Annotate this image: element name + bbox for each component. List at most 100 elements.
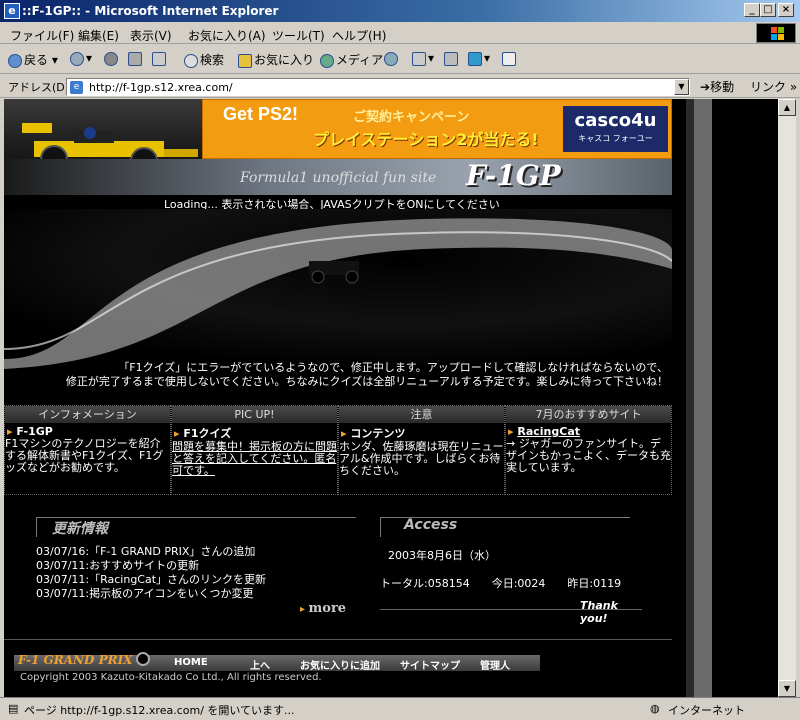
go-button[interactable]: ➔移動 (700, 78, 734, 95)
discuss-icon (502, 51, 516, 66)
vertical-scrollbar[interactable]: ▲ ▼ (778, 99, 796, 697)
column-body: ホンダ、佐藤琢磨は現在リニューアル&作成中です。しばらくお待ちください。 (339, 440, 504, 477)
media-icon (320, 53, 334, 68)
right-grey-strip (694, 99, 712, 697)
info-column-1: インフォメーション ▸ F-1GP F1マシンのテクノロジーを紹介する解体新書や… (4, 405, 171, 495)
status-text: ページ http://f-1gp.s12.xrea.com/ を開いています..… (24, 704, 295, 717)
access-counter: トータル:058154 今日:0024 昨日:0119 (380, 577, 622, 590)
stop-button[interactable] (104, 51, 120, 66)
refresh-icon (128, 51, 142, 66)
casco-name: casco4u (574, 110, 657, 131)
column-body-link[interactable]: 問題を募集中！掲示板の方に問題と答えを記入してください。匿名可です。 (172, 441, 337, 477)
footer-logo: F-1 GRAND PRIX (18, 653, 133, 667)
discuss-button[interactable] (502, 51, 518, 66)
maximize-button[interactable]: □ (760, 3, 776, 17)
access-box: Access 2003年8月6日（水） トータル:058154 今日:0024 … (380, 517, 642, 625)
internet-zone-icon: ◍ (650, 702, 660, 715)
windows-logo-icon (756, 23, 796, 43)
minimize-button[interactable]: _ (744, 3, 760, 17)
stop-icon (104, 51, 118, 66)
media-button[interactable]: メディア (320, 51, 383, 68)
update-line-4[interactable]: 03/07/11:掲示板のアイコンをいくつか変更 (36, 585, 254, 601)
home-button[interactable] (152, 51, 168, 66)
notice-text: 「F1クイズ」にエラーがでているようなので、修正中します。アップロードして確認し… (4, 361, 672, 389)
info-column-3: 注意 ▸ コンテンツ ホンダ、佐藤琢磨は現在リニューアル&作成中です。しばらくお… (338, 405, 505, 495)
more-link[interactable]: ▸ more (300, 601, 346, 616)
notice-line-1: 「F1クイズ」にエラーがでているようなので、修正中します。アップロードして確認し… (118, 361, 668, 374)
title-bar: e ::F-1GP:: - Microsoft Internet Explore… (0, 0, 800, 22)
menu-help[interactable]: ヘルプ(H) (332, 27, 386, 44)
column-title-text: F1クイズ (183, 427, 232, 440)
status-bar: ▤ ページ http://f-1gp.s12.xrea.com/ を開いています… (0, 697, 800, 720)
footer-circle-icon (136, 652, 150, 666)
favorites-star-icon (238, 53, 252, 68)
copyright: Copyright 2003 Kazuto-Kitakado Co Ltd., … (20, 672, 322, 683)
notice-line-2: 修正が完了するまで使用しないでください。ちなみにクイズは全部リニューアルする予定… (65, 375, 668, 388)
media-label: メディア (336, 53, 384, 67)
column-title: ▸ F1クイズ (172, 425, 337, 441)
column-header: PIC UP! (172, 406, 337, 423)
back-button[interactable]: 戻る ▾ (8, 51, 58, 68)
scroll-up-icon[interactable]: ▲ (778, 99, 796, 116)
history-button[interactable] (384, 51, 400, 66)
nav-add-favorite[interactable]: お気に入りに追加 (300, 657, 380, 672)
go-label: 移動 (710, 80, 735, 94)
nav-admin[interactable]: 管理人 (480, 657, 510, 672)
menu-favorites[interactable]: お気に入り(A) (188, 27, 266, 44)
info-column-2: PIC UP! ▸ F1クイズ 問題を募集中！掲示板の方に問題と答えを記入してく… (171, 405, 338, 495)
back-label: 戻る (24, 53, 49, 67)
site-tagline: Formula1 unofficial fun site (240, 170, 437, 186)
nav-sitemap[interactable]: サイトマップ (400, 657, 460, 672)
nav-home[interactable]: HOME (174, 657, 208, 668)
window-title: ::F-1GP:: - Microsoft Internet Explorer (22, 4, 279, 18)
edit-icon (468, 51, 482, 66)
history-icon (384, 51, 398, 66)
track-image (4, 209, 672, 369)
more-arrow-icon: ▸ (300, 604, 309, 615)
zone-label: インターネット (668, 704, 745, 717)
address-input[interactable]: http://f-1gp.s12.xrea.com/ (66, 78, 690, 96)
menu-edit[interactable]: 編集(E) (78, 27, 119, 44)
search-button[interactable]: 検索 (184, 51, 224, 68)
forward-button[interactable]: ▾ (70, 51, 92, 66)
updates-title: 更新情報 (52, 521, 108, 537)
access-date: 2003年8月6日（水） (388, 549, 496, 562)
ie-app-icon[interactable]: e (4, 3, 20, 19)
favorites-button[interactable]: お気に入り (238, 51, 314, 68)
nav-up[interactable]: 上へ (250, 657, 270, 672)
banner-get-ps2: Get PS2! (223, 104, 299, 124)
menu-tools[interactable]: ツール(T) (272, 27, 325, 44)
links-button[interactable]: リンク » (750, 78, 797, 95)
page-viewport: Get PS2! ご契約キャンペーン プレイステーション2が当たる! casco… (4, 99, 778, 697)
mail-button[interactable]: ▾ (412, 51, 434, 66)
edit-button[interactable]: ▾ (468, 51, 490, 66)
column-body[interactable]: F1マシンのテクノロジーを紹介する解体新書やF1クイズ、F1グッズなどがお勧めで… (5, 438, 170, 474)
updates-box: 更新情報 03/07/16:「F-1 GRAND PRIX」さんの追加 03/0… (36, 517, 356, 607)
arrow-icon: ▸ (341, 427, 351, 440)
scroll-down-icon[interactable]: ▼ (778, 680, 796, 697)
thank-you-text: Thank you! (580, 599, 618, 625)
status-page-icon: ▤ (8, 702, 19, 715)
casco-sub: キャスコ フォーユー (578, 134, 653, 143)
ad-banner[interactable]: Get PS2! ご契約キャンペーン プレイステーション2が当たる! casco… (202, 99, 672, 159)
menu-bar: ファイル(F) 編集(E) 表示(V) お気に入り(A) ツール(T) ヘルプ(… (0, 22, 800, 44)
links-label: リンク (750, 80, 787, 94)
site-logo: F-1GP (466, 159, 561, 192)
access-divider (380, 609, 642, 610)
info-column-4: 7月のおすすめサイト ▸ RacingCat → ジャガーのファンサイト。デザイ… (505, 405, 672, 495)
banner-campaign: ご契約キャンペーン (353, 110, 470, 125)
page-icon: e (70, 81, 83, 94)
print-icon (444, 51, 458, 66)
refresh-button[interactable] (128, 51, 144, 66)
address-dropdown-icon[interactable]: ▼ (674, 79, 689, 95)
menu-file[interactable]: ファイル(F) (10, 27, 74, 44)
print-button[interactable] (444, 51, 460, 66)
casco-logo: casco4u キャスコ フォーユー (563, 106, 668, 152)
column-title-text: コンテンツ (350, 427, 406, 440)
menu-view[interactable]: 表示(V) (130, 27, 172, 44)
address-label: アドレス(D) (8, 81, 70, 94)
banner-playstation: プレイステーション2が当たる! (313, 130, 539, 149)
footer-divider (4, 639, 672, 640)
close-button[interactable]: × (778, 3, 794, 17)
access-title: Access (404, 517, 458, 533)
